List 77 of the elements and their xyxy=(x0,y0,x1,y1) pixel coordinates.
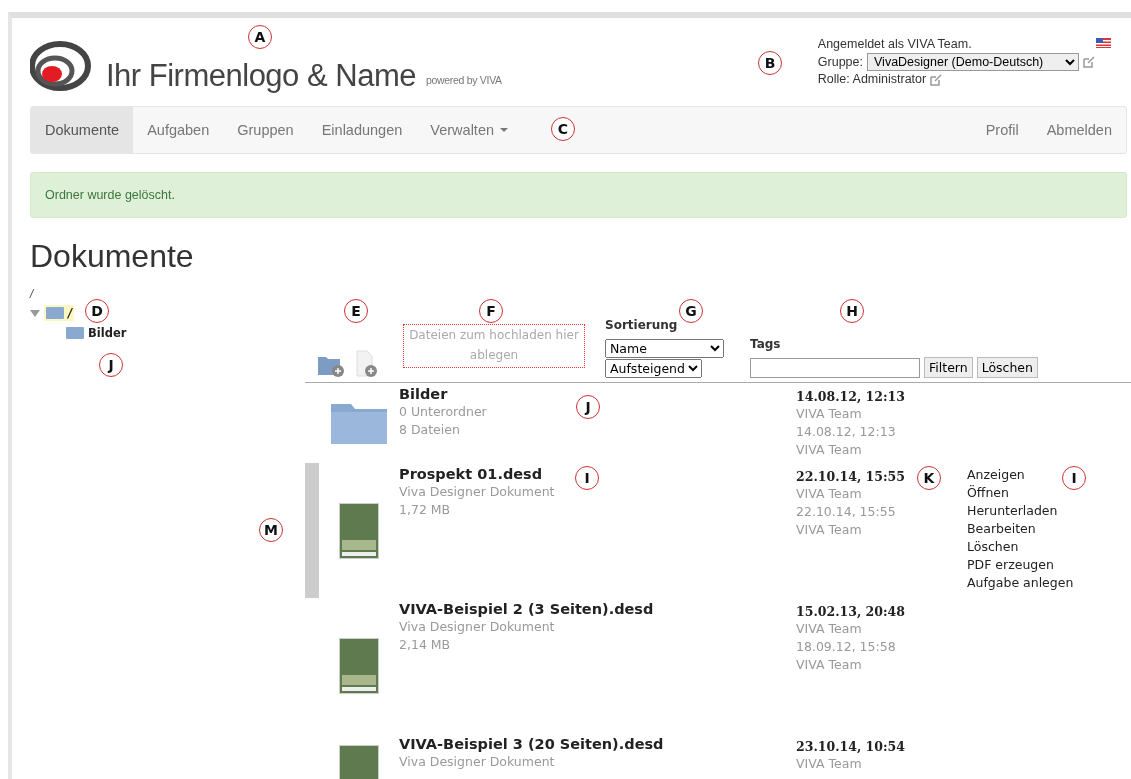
action-link[interactable]: Bearbeiten xyxy=(967,520,1036,538)
created-by: VIVA Team xyxy=(796,755,862,773)
created-by: VIVA Team xyxy=(796,405,862,423)
powered-by-text: powered by VIVA xyxy=(425,74,502,86)
edit-icon[interactable] xyxy=(1083,56,1095,68)
sort-field-select[interactable]: Name xyxy=(605,339,724,358)
nav-tab[interactable]: Dokumente xyxy=(31,107,134,153)
group-label: Gruppe: xyxy=(817,53,863,71)
nav-tab[interactable]: Einladungen xyxy=(307,107,417,153)
nav-tab[interactable]: Verwalten xyxy=(416,107,522,153)
nav-tab[interactable]: Aufgaben xyxy=(133,107,224,153)
document-thumbnail xyxy=(339,502,379,559)
callout-marker: M xyxy=(259,518,283,542)
tree-item[interactable]: Bilder xyxy=(64,325,129,341)
callout-marker: B xyxy=(758,51,782,75)
action-link[interactable]: Öffnen xyxy=(967,484,1009,502)
page-heading: Dokumente xyxy=(30,238,195,274)
item-name[interactable]: VIVA-Beispiel 3 (20 Seiten).desd xyxy=(399,736,664,752)
item-detail: 8 Dateien xyxy=(399,421,460,439)
created-date: 22.10.14, 15:55 xyxy=(796,469,905,484)
created-by: VIVA Team xyxy=(796,620,862,638)
new-document-icon[interactable] xyxy=(355,350,379,378)
modified-by: VIVA Team xyxy=(796,521,862,539)
nav-link[interactable]: Abmelden xyxy=(1032,107,1126,153)
logo-icon xyxy=(30,40,92,92)
sort-label: Sortierung xyxy=(605,318,678,332)
flag-icon[interactable] xyxy=(1096,38,1111,48)
tags-input[interactable] xyxy=(750,357,920,378)
modified-date: 18.09.12, 15:58 xyxy=(796,638,896,656)
item-detail: Viva Designer Dokument xyxy=(399,753,555,771)
action-link[interactable]: Anzeigen xyxy=(967,466,1025,484)
tree-item[interactable]: / xyxy=(44,305,75,321)
login-status: Angemeldet als VIVA Team. xyxy=(817,36,973,53)
callout-marker: F xyxy=(479,299,503,323)
item-detail: 2,14 MB xyxy=(399,636,451,654)
callout-marker: D xyxy=(85,299,109,323)
created-date: 23.10.14, 10:54 xyxy=(796,739,905,754)
action-link[interactable]: Löschen xyxy=(967,538,1019,556)
tags-label: Tags xyxy=(750,337,782,351)
callout-marker: J xyxy=(576,395,600,419)
clear-button[interactable]: Löschen xyxy=(976,357,1038,378)
modified-by: VIVA Team xyxy=(796,656,862,674)
modified-date: 22.10.14, 15:55 xyxy=(796,503,896,521)
modified-by: VIVA Team xyxy=(796,441,862,459)
item-name[interactable]: Prospekt 01.desd xyxy=(399,466,543,482)
created-date: 14.08.12, 12:13 xyxy=(796,389,905,404)
item-detail: Viva Designer Dokument xyxy=(399,483,555,501)
nav-tab[interactable]: Gruppen xyxy=(223,107,308,153)
callout-marker: E xyxy=(344,299,368,323)
item-name[interactable]: Bilder xyxy=(399,386,448,402)
role-text: Rolle: Administrator xyxy=(817,71,927,88)
created-by: VIVA Team xyxy=(796,485,862,503)
filter-button[interactable]: Filtern xyxy=(924,357,973,378)
group-select[interactable]: VivaDesigner (Demo-Deutsch) xyxy=(867,53,1079,71)
callout-marker: K xyxy=(917,466,941,490)
action-link[interactable]: PDF erzeugen xyxy=(967,556,1054,574)
item-detail: Viva Designer Dokument xyxy=(399,618,555,636)
item-name[interactable]: VIVA-Beispiel 2 (3 Seiten).desd xyxy=(399,601,654,617)
callout-marker: J xyxy=(99,353,123,377)
success-alert: Ordner wurde gelöscht. xyxy=(30,172,1127,218)
item-detail: 0 Unterordner xyxy=(399,403,487,421)
callout-marker: H xyxy=(840,299,864,323)
breadcrumb[interactable]: / xyxy=(30,288,305,299)
callout-marker: A xyxy=(248,25,272,49)
sort-order-select[interactable]: Aufsteigend xyxy=(605,359,702,378)
nav-link[interactable]: Profil xyxy=(971,107,1033,153)
callout-marker: G xyxy=(679,299,703,323)
document-thumbnail xyxy=(339,637,379,694)
callout-marker: I xyxy=(575,466,599,490)
created-date: 15.02.13, 20:48 xyxy=(796,604,905,619)
modified-date: 14.08.12, 12:13 xyxy=(796,423,896,441)
action-link[interactable]: Aufgabe anlegen xyxy=(967,574,1074,592)
company-name: Ihr Firmenlogo & Name xyxy=(106,60,416,92)
edit-icon[interactable] xyxy=(930,73,943,86)
action-link[interactable]: Herunterladen xyxy=(967,502,1058,520)
item-detail: 1,72 MB xyxy=(399,501,451,519)
callout-marker: I xyxy=(1062,466,1086,490)
